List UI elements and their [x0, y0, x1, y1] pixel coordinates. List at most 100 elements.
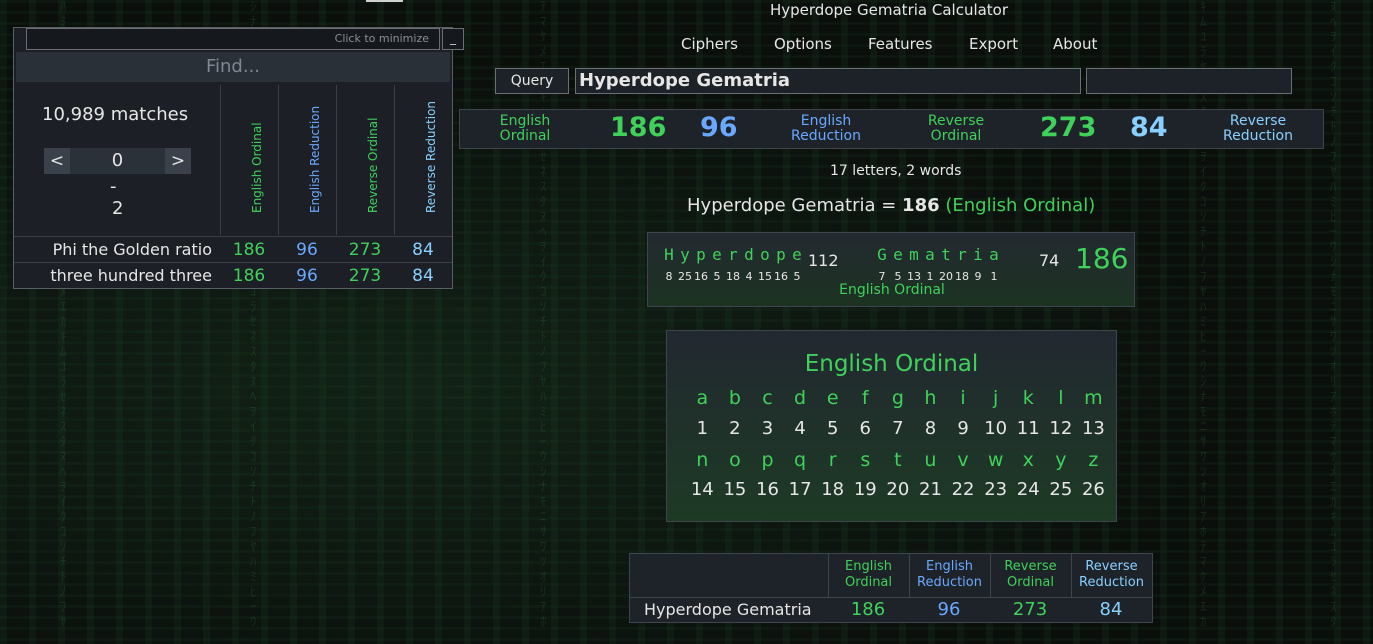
- pager-prev-button[interactable]: <: [44, 148, 70, 174]
- find-column-label: English Reduction: [308, 105, 322, 213]
- results-header-reverse-ordinal[interactable]: Reverse Ordinal: [990, 554, 1070, 597]
- equation-phrase: Hyperdope Gematria: [687, 195, 876, 216]
- chart-letter: d: [794, 387, 807, 409]
- cipher-summary-bar: English Ordinal 186 96 English Reduction…: [459, 109, 1324, 149]
- chart-letter: z: [1088, 449, 1099, 471]
- chart-letter: l: [1058, 387, 1064, 409]
- find-column-reverse-reduction[interactable]: Reverse Reduction: [394, 85, 453, 235]
- nav-export[interactable]: Export: [969, 35, 1018, 53]
- match-pager: < 0 >: [44, 148, 191, 174]
- breakdown-letter: p: [776, 245, 786, 264]
- breakdown-letter: e: [792, 245, 802, 264]
- cipher-chart-title: English Ordinal: [804, 351, 979, 377]
- chart-letter: i: [960, 387, 966, 409]
- query-input[interactable]: Hyperdope Gematria: [575, 68, 1081, 94]
- breakdown-letter: a: [989, 245, 999, 264]
- nav-about[interactable]: About: [1053, 35, 1097, 53]
- results-header-english-ordinal[interactable]: English Ordinal: [828, 554, 908, 597]
- nav-options[interactable]: Options: [774, 35, 832, 53]
- chart-value: 3: [761, 418, 774, 439]
- pager-value[interactable]: 0: [70, 148, 165, 174]
- breakdown-letter: i: [973, 245, 983, 264]
- chart-value: 8: [924, 418, 937, 439]
- nav-ciphers[interactable]: Ciphers: [681, 35, 738, 53]
- equation-equals: =: [875, 195, 903, 216]
- breakdown-letter: e: [893, 245, 903, 264]
- find-row-value: 84: [412, 266, 434, 286]
- cipher-chart-values-row-2: 14 15 16 17 18 19 20 21 22 23 24 25 26: [686, 479, 1110, 500]
- chart-value: 4: [794, 418, 806, 439]
- chart-letter: a: [696, 387, 709, 409]
- table-row[interactable]: Phi the Golden ratio 186 96 273 84: [14, 236, 452, 263]
- find-column-label: English Ordinal: [250, 122, 264, 213]
- results-header-reverse-reduction[interactable]: Reverse Reduction: [1071, 554, 1151, 597]
- find-row-label: Phi the Golden ratio: [52, 240, 212, 259]
- find-row-value: 273: [348, 240, 382, 260]
- summary-label-reverse-reduction[interactable]: Reverse Reduction: [1210, 114, 1306, 144]
- chart-letter: w: [987, 449, 1004, 471]
- results-table: English Ordinal English Reduction Revers…: [629, 553, 1153, 623]
- breakdown-letter: o: [760, 245, 770, 264]
- chart-letter: j: [993, 387, 999, 409]
- top-scroll-stub: [366, 0, 403, 2]
- minimize-button[interactable]: _: [442, 28, 464, 50]
- chart-letter: h: [924, 387, 937, 409]
- find-panel: Click to minimize _ Find... 10,989 match…: [13, 27, 464, 289]
- pager-next-button[interactable]: >: [165, 148, 191, 174]
- equation-cipher: (English Ordinal): [945, 195, 1096, 216]
- chart-letter: s: [860, 449, 871, 471]
- minimize-bar[interactable]: Click to minimize: [26, 28, 440, 50]
- find-row-label: three hundred three: [50, 266, 212, 285]
- chart-value: 24: [1016, 479, 1040, 500]
- breakdown-letter: G: [877, 245, 887, 264]
- chart-value: 14: [690, 479, 714, 500]
- cipher-chart: English Ordinal abcdefghijklm 1234567891…: [666, 330, 1117, 522]
- summary-label-english-reduction[interactable]: English Reduction: [778, 114, 874, 144]
- breakdown-letter: y: [680, 245, 690, 264]
- chart-letter: m: [1084, 387, 1103, 409]
- breakdown-letter: m: [909, 245, 919, 264]
- results-value-reverse-ordinal: 273: [1012, 599, 1048, 620]
- chart-letter: n: [696, 449, 709, 471]
- chart-value: 11: [1016, 418, 1040, 439]
- chart-value: 2: [729, 418, 741, 439]
- chart-value: 19: [853, 479, 877, 500]
- find-column-english-reduction[interactable]: English Reduction: [278, 85, 337, 235]
- chart-value: 23: [984, 479, 1008, 500]
- minimize-hint[interactable]: Click to minimize: [335, 32, 429, 45]
- secondary-input[interactable]: [1086, 68, 1292, 94]
- summary-value-reverse-reduction: 84: [1130, 112, 1168, 143]
- find-input[interactable]: Find...: [16, 52, 450, 82]
- find-column-english-ordinal[interactable]: English Ordinal: [220, 85, 279, 235]
- results-header-english-reduction[interactable]: English Reduction: [909, 554, 989, 597]
- breakdown-letter: t: [941, 245, 951, 264]
- query-button[interactable]: Query: [495, 68, 569, 94]
- chart-value: 6: [859, 418, 871, 439]
- find-row-value: 96: [296, 240, 318, 260]
- find-column-reverse-ordinal[interactable]: Reverse Ordinal: [336, 85, 395, 235]
- chart-value: 18: [821, 479, 845, 500]
- letters-words-count: 17 letters, 2 words: [830, 163, 962, 179]
- chart-value: 13: [1081, 418, 1105, 439]
- nav-features[interactable]: Features: [868, 35, 933, 53]
- chart-letter: b: [728, 387, 741, 409]
- chart-value: 12: [1049, 418, 1073, 439]
- table-row[interactable]: Hyperdope Gematria 186 96 273 84: [630, 597, 1152, 623]
- summary-label-reverse-ordinal[interactable]: Reverse Ordinal: [914, 114, 998, 144]
- chart-letter: y: [1055, 449, 1067, 471]
- chart-value: 26: [1081, 479, 1105, 500]
- cipher-chart-letters-row-1: abcdefgh i j k lm: [686, 387, 1110, 409]
- range-end: 2: [112, 198, 124, 219]
- table-row[interactable]: three hundred three 186 96 273 84: [14, 262, 452, 289]
- chart-letter: o: [729, 449, 741, 471]
- summary-label-english-ordinal[interactable]: English Ordinal: [480, 114, 570, 144]
- breakdown-cipher-name: English Ordinal: [839, 282, 945, 298]
- find-column-label: Reverse Ordinal: [366, 117, 380, 213]
- cipher-chart-letters-row-2: nopqr s tuvwxyz: [686, 449, 1110, 471]
- chart-letter: x: [1022, 449, 1034, 471]
- chart-value: 17: [788, 479, 812, 500]
- chart-letter: u: [924, 449, 937, 471]
- chart-letter: q: [794, 449, 807, 471]
- matrix-rain-background: ﾃ ﾏ ｹ ﾒ ｴ ｶ ｷ ﾑ ﾕ ﾗ ｾ ﾈ ｽ ﾀ ﾇ ﾍ ｦ ｲ ｸ ｺ …: [540, 0, 547, 630]
- chart-letter: f: [861, 387, 869, 409]
